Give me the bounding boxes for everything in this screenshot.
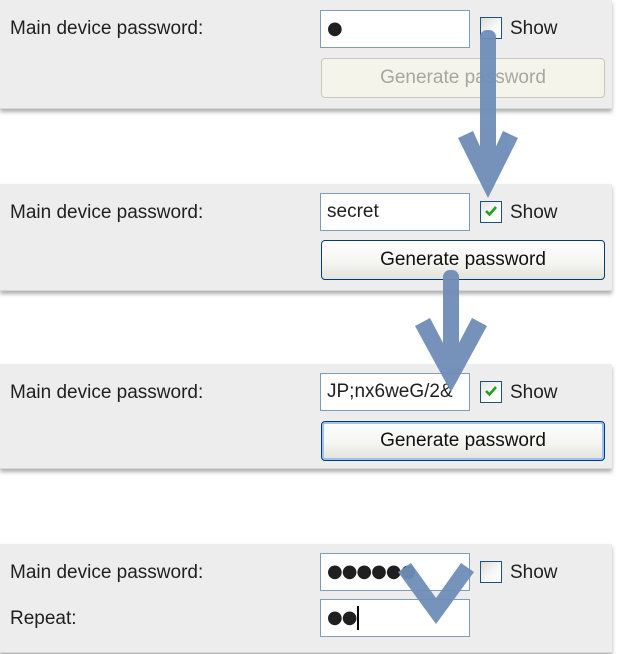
checkmark-icon — [485, 206, 497, 217]
main-password-label: Main device password: — [10, 562, 204, 583]
main-password-field[interactable]: JP;nx6weG/2& — [320, 373, 470, 411]
main-password-field[interactable]: secret — [320, 193, 470, 231]
repeat-password-field[interactable]: ●● — [320, 599, 470, 637]
show-password-checkbox[interactable] — [480, 17, 502, 39]
password-panel-step-4: Main device password: ●●●●●● Show Repeat… — [0, 544, 612, 653]
generate-password-button[interactable]: Generate password — [321, 58, 605, 98]
masked-password: ●●●●●● — [327, 561, 416, 582]
repeat-password-label: Repeat: — [10, 608, 77, 629]
generate-password-button[interactable]: Generate password — [321, 421, 605, 461]
password-panel-step-1: Main device password: ● Show Generate pa… — [0, 0, 612, 109]
password-text: JP;nx6weG/2& — [327, 381, 453, 402]
password-panel-step-3: Main device password: JP;nx6weG/2& Show … — [0, 364, 612, 469]
show-password-label[interactable]: Show — [510, 381, 558, 405]
generate-password-button[interactable]: Generate password — [321, 240, 605, 280]
show-password-label[interactable]: Show — [510, 561, 558, 585]
text-caret — [357, 605, 360, 630]
main-password-label: Main device password: — [10, 382, 204, 403]
main-password-field[interactable]: ● — [320, 10, 470, 48]
main-password-field[interactable]: ●●●●●● — [320, 553, 470, 591]
show-password-label[interactable]: Show — [510, 201, 558, 225]
masked-password: ● — [327, 18, 343, 39]
show-password-checkbox[interactable] — [480, 381, 502, 403]
checkmark-icon — [485, 386, 497, 397]
show-password-checkbox[interactable] — [480, 561, 502, 583]
show-password-checkbox[interactable] — [480, 201, 502, 223]
masked-password: ●● — [327, 607, 357, 628]
password-text: secret — [327, 201, 379, 222]
show-password-label[interactable]: Show — [510, 17, 558, 41]
main-password-label: Main device password: — [10, 202, 204, 223]
password-panel-step-2: Main device password: secret Show Genera… — [0, 184, 612, 291]
main-password-label: Main device password: — [10, 18, 204, 39]
